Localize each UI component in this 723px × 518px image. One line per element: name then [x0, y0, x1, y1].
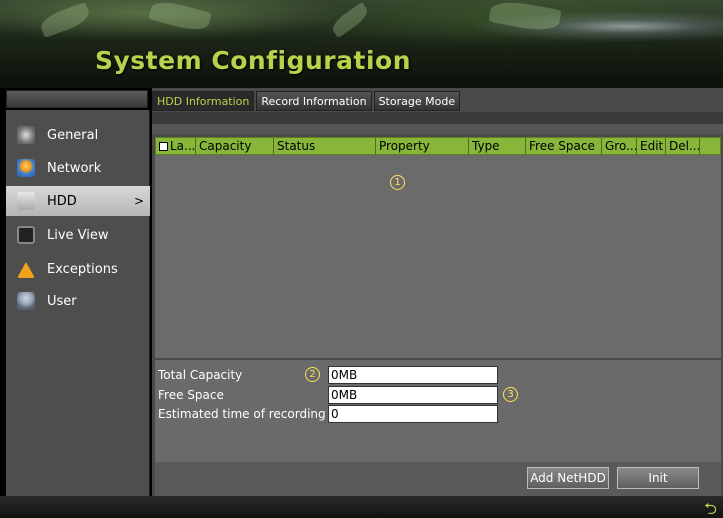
callout-marker-2: 2: [305, 367, 320, 382]
decor-leaf: [148, 0, 212, 35]
column-header-status[interactable]: Status: [274, 138, 376, 154]
chevron-right-icon: >: [133, 194, 144, 208]
sidebar-item-label: Network: [47, 160, 102, 176]
column-header-label[interactable]: La...: [156, 138, 196, 154]
estimated-time-label: Estimated time of recording ...: [158, 407, 328, 421]
toolbar-strip: [152, 124, 723, 134]
decor-leaf: [329, 1, 371, 39]
callout-marker-3: 3: [503, 387, 518, 402]
sidebar-item-label: User: [47, 293, 77, 309]
sidebar-header: [6, 90, 148, 108]
total-capacity-label: Total Capacity: [158, 368, 243, 382]
tab-record-information[interactable]: Record Information: [256, 91, 372, 111]
column-header-type[interactable]: Type: [469, 138, 526, 154]
column-header-spacer: [700, 138, 720, 154]
free-space-label: Free Space: [158, 388, 224, 402]
globe-icon: [17, 159, 35, 177]
sidebar-item-label: Live View: [47, 227, 109, 243]
warning-icon: [17, 260, 35, 278]
sidebar-item-exceptions[interactable]: Exceptions: [6, 254, 150, 284]
column-header-capacity[interactable]: Capacity: [196, 138, 274, 154]
sidebar-item-label: HDD: [47, 193, 77, 209]
sidebar-item-user[interactable]: User: [6, 286, 150, 316]
tab-storage-mode[interactable]: Storage Mode: [373, 91, 461, 111]
decor-leaf: [38, 2, 92, 38]
column-header-text: La...: [170, 139, 196, 153]
sidebar-item-label: General: [47, 127, 99, 143]
sidebar-item-label: Exceptions: [47, 261, 118, 277]
sidebar: General Network HDD > Live View Exceptio…: [6, 110, 150, 496]
select-all-checkbox[interactable]: [159, 141, 168, 151]
hdd-icon: [17, 192, 35, 210]
column-header-free-space[interactable]: Free Space: [526, 138, 602, 154]
hdd-table-body: [155, 155, 721, 358]
sidebar-item-network[interactable]: Network: [6, 153, 150, 183]
total-capacity-field: 0MB: [328, 366, 498, 384]
tab-underline: [152, 112, 723, 124]
sidebar-item-general[interactable]: General: [6, 120, 150, 150]
column-header-property[interactable]: Property: [376, 138, 469, 154]
column-header-delete[interactable]: Del...: [666, 138, 700, 154]
tab-hdd-information[interactable]: HDD Information: [152, 91, 255, 111]
decor-leaf: [488, 0, 562, 34]
monitor-icon: [17, 226, 35, 244]
user-icon: [17, 292, 35, 310]
callout-marker-1: 1: [390, 175, 405, 190]
sidebar-item-hdd[interactable]: HDD >: [6, 186, 150, 216]
column-header-edit[interactable]: Edit: [637, 138, 666, 154]
gear-icon: [17, 126, 35, 144]
add-nethdd-button[interactable]: Add NetHDD: [527, 467, 609, 489]
table-header: La... Capacity Status Property Type Free…: [155, 137, 721, 155]
free-space-field: 0MB: [328, 386, 498, 404]
page-title: System Configuration: [95, 46, 411, 75]
init-button[interactable]: Init: [617, 467, 699, 489]
column-header-group[interactable]: Gro...: [602, 138, 637, 154]
tab-bar: HDD Information Record Information Stora…: [152, 91, 461, 111]
back-arrow-icon[interactable]: ⮌: [704, 498, 717, 518]
estimated-time-field: 0: [328, 405, 498, 423]
footer-bar: [0, 496, 723, 518]
sidebar-item-live-view[interactable]: Live View: [6, 220, 150, 250]
